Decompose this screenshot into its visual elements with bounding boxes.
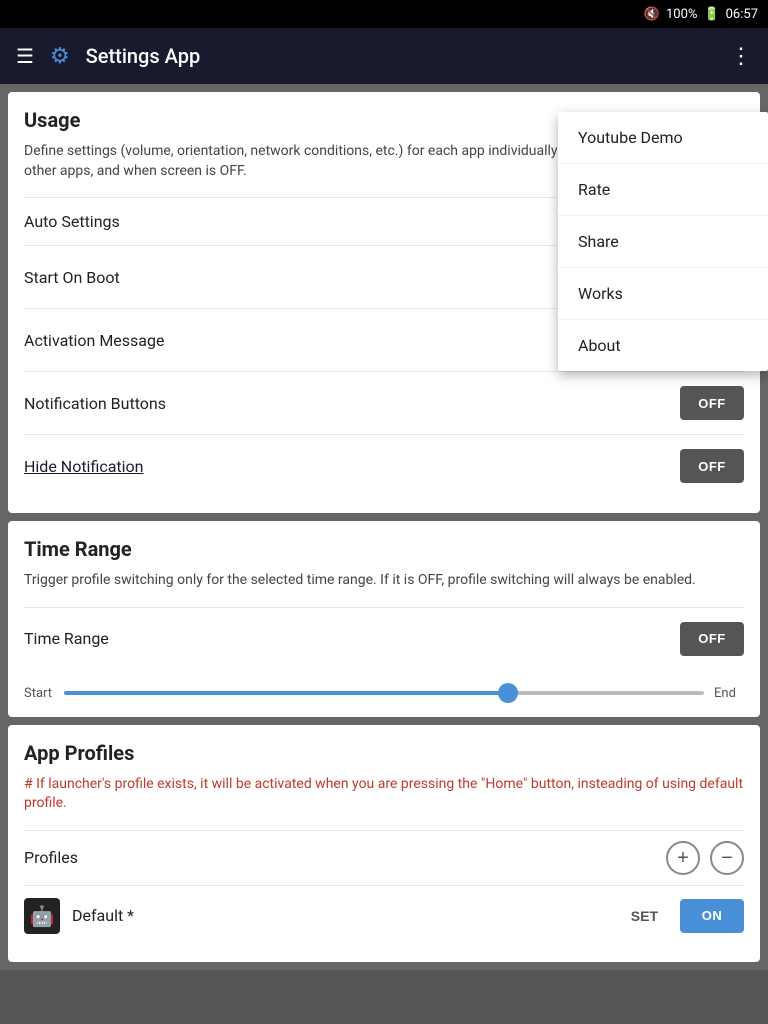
hide-notification-label: Hide Notification <box>24 457 143 476</box>
android-icon: 🤖 <box>24 898 60 934</box>
time-range-toggle[interactable]: OFF <box>680 622 744 656</box>
app-bar: ☰ ⚙ Settings App ⋮ Youtube Demo Rate Sha… <box>0 28 768 84</box>
hamburger-icon[interactable]: ☰ <box>16 44 34 68</box>
time-range-title: Time Range <box>24 537 744 561</box>
mute-icon: 🔇 <box>644 7 660 22</box>
start-on-boot-label: Start On Boot <box>24 268 120 287</box>
auto-settings-label: Auto Settings <box>24 212 120 231</box>
clock: 06:57 <box>726 7 758 22</box>
slider-end-label: End <box>714 686 744 701</box>
add-profile-button[interactable]: + <box>666 841 700 875</box>
hide-notification-row: Hide Notification OFF <box>24 434 744 497</box>
gear-icon: ⚙ <box>50 44 70 69</box>
default-profile-toggle[interactable]: ON <box>680 899 744 933</box>
time-range-label: Time Range <box>24 629 109 648</box>
battery-percentage: 100% <box>666 7 697 22</box>
default-profile-row: 🤖 Default * SET ON <box>24 885 744 946</box>
notification-buttons-row: Notification Buttons OFF <box>24 371 744 434</box>
menu-item-youtube-demo[interactable]: Youtube Demo <box>558 112 768 164</box>
app-title: Settings App <box>86 44 201 68</box>
battery-icon: 🔋 <box>703 7 719 22</box>
more-icon[interactable]: ⋮ <box>730 44 752 69</box>
time-range-row: Time Range OFF <box>24 607 744 670</box>
profiles-row: Profiles + − <box>24 830 744 885</box>
status-bar: 🔇 100% 🔋 06:57 <box>0 0 768 28</box>
profiles-label: Profiles <box>24 848 78 867</box>
menu-item-share[interactable]: Share <box>558 216 768 268</box>
notification-buttons-label: Notification Buttons <box>24 394 166 413</box>
time-range-description: Trigger profile switching only for the s… <box>24 571 744 591</box>
set-profile-button[interactable]: SET <box>621 902 668 930</box>
menu-item-works[interactable]: Works <box>558 268 768 320</box>
app-profiles-card: App Profiles # If launcher's profile exi… <box>8 725 760 962</box>
menu-item-rate[interactable]: Rate <box>558 164 768 216</box>
remove-profile-button[interactable]: − <box>710 841 744 875</box>
hide-notification-toggle[interactable]: OFF <box>680 449 744 483</box>
menu-item-about[interactable]: About <box>558 320 768 371</box>
time-range-slider-container: Start End <box>24 686 744 701</box>
app-profiles-note: # If launcher's profile exists, it will … <box>24 775 744 814</box>
time-range-card: Time Range Trigger profile switching onl… <box>8 521 760 717</box>
app-profiles-title: App Profiles <box>24 741 744 765</box>
time-range-slider-end[interactable] <box>64 691 704 695</box>
default-profile-name: Default * <box>72 906 609 925</box>
dropdown-menu: Youtube Demo Rate Share Works About <box>558 112 768 371</box>
notification-buttons-toggle[interactable]: OFF <box>680 386 744 420</box>
slider-start-label: Start <box>24 686 54 701</box>
profile-actions: + − <box>666 841 744 875</box>
activation-message-label: Activation Message <box>24 331 164 350</box>
